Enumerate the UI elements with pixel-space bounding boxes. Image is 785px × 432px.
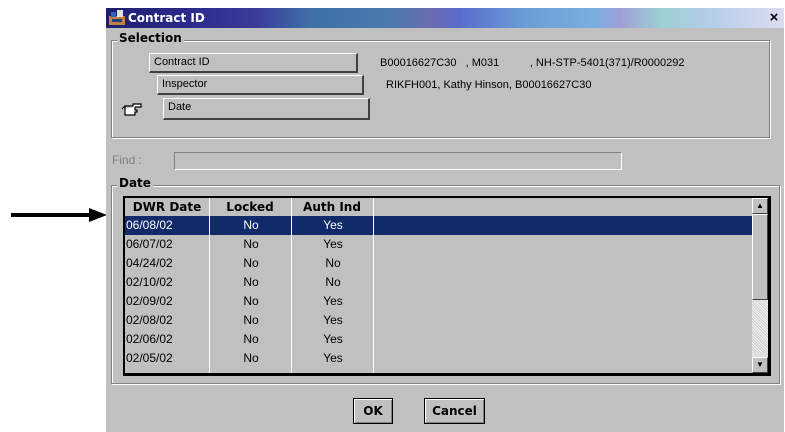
column-divider bbox=[291, 198, 292, 373]
dwr-date-cell: 02/06/02 bbox=[126, 332, 173, 346]
auth-ind-cell: Yes bbox=[323, 351, 343, 365]
table-row[interactable]: 06/08/02 No Yes bbox=[125, 216, 752, 235]
dwr-date-cell: 02/05/02 bbox=[126, 351, 173, 365]
date-button[interactable]: Date bbox=[163, 98, 370, 120]
ok-button[interactable]: OK bbox=[353, 398, 393, 424]
table-row[interactable]: 02/05/02 No Yes bbox=[125, 349, 373, 368]
auth-ind-cell: Yes bbox=[323, 237, 343, 251]
find-input[interactable] bbox=[174, 152, 622, 170]
locked-cell: No bbox=[243, 275, 259, 289]
inspector-button[interactable]: Inspector bbox=[157, 75, 364, 95]
title-bar[interactable]: Contract ID bbox=[106, 8, 784, 28]
locked-cell: No bbox=[243, 332, 259, 346]
pointing-hand-icon bbox=[121, 103, 142, 116]
scroll-up-icon[interactable]: ▲ bbox=[752, 198, 768, 214]
selection-legend: Selection bbox=[117, 31, 184, 45]
column-header-auth-ind[interactable]: Auth Ind bbox=[291, 198, 373, 216]
locked-cell: No bbox=[243, 218, 259, 232]
table-row[interactable]: 02/10/02 No No bbox=[125, 273, 373, 292]
contract-id-value: B00016627C30 , M031 , NH-STP-5401(371)/R… bbox=[380, 57, 685, 69]
dwr-date-cell: 02/08/02 bbox=[126, 313, 173, 327]
auth-ind-cell: Yes bbox=[323, 332, 343, 346]
table-row[interactable]: 02/08/02 No Yes bbox=[125, 311, 373, 330]
table-row[interactable]: 06/07/02 No Yes bbox=[125, 235, 373, 254]
dwr-date-cell: 04/24/02 bbox=[126, 256, 173, 270]
locked-cell: No bbox=[243, 256, 259, 270]
auth-ind-cell: Yes bbox=[323, 218, 343, 232]
dwr-date-cell: 06/08/02 bbox=[126, 218, 173, 232]
column-header-dwr-date[interactable]: DWR Date bbox=[125, 198, 209, 216]
vertical-scrollbar[interactable]: ▲ ▼ bbox=[752, 198, 768, 373]
locked-cell: No bbox=[243, 313, 259, 327]
window-title: Contract ID bbox=[128, 11, 205, 25]
table-row[interactable]: 02/09/02 No Yes bbox=[125, 292, 373, 311]
date-legend: Date bbox=[117, 176, 153, 190]
locked-cell: No bbox=[243, 294, 259, 308]
column-divider bbox=[209, 198, 210, 373]
pointer-arrow-icon bbox=[11, 208, 107, 222]
auth-ind-cell: Yes bbox=[323, 313, 343, 327]
table-row[interactable]: 02/06/02 No Yes bbox=[125, 330, 373, 349]
close-icon[interactable]: × bbox=[766, 9, 782, 26]
dwr-date-cell: 02/09/02 bbox=[126, 294, 173, 308]
table-row[interactable]: 04/24/02 No No bbox=[125, 254, 373, 273]
column-divider bbox=[373, 198, 374, 373]
auth-ind-cell: No bbox=[325, 275, 341, 289]
inspector-value: RIKFH001, Kathy Hinson, B00016627C30 bbox=[386, 79, 592, 91]
dwr-date-cell: 06/07/02 bbox=[126, 237, 173, 251]
scroll-thumb[interactable] bbox=[752, 214, 768, 300]
app-icon bbox=[109, 10, 125, 25]
dwr-date-cell: 02/10/02 bbox=[126, 275, 173, 289]
cancel-button[interactable]: Cancel bbox=[424, 398, 485, 424]
auth-ind-cell: Yes bbox=[323, 294, 343, 308]
scroll-down-icon[interactable]: ▼ bbox=[752, 357, 768, 373]
locked-cell: No bbox=[243, 237, 259, 251]
find-label: Find : bbox=[112, 153, 143, 167]
column-header-locked[interactable]: Locked bbox=[209, 198, 291, 216]
dwr-date-grid: DWR Date Locked Auth Ind 06/08/02 No Yes… bbox=[123, 196, 771, 376]
contract-id-button[interactable]: Contract ID bbox=[149, 53, 358, 73]
auth-ind-cell: No bbox=[325, 256, 341, 270]
contract-id-dialog: Contract ID × Selection Contract ID B000… bbox=[106, 8, 784, 432]
locked-cell: No bbox=[243, 351, 259, 365]
